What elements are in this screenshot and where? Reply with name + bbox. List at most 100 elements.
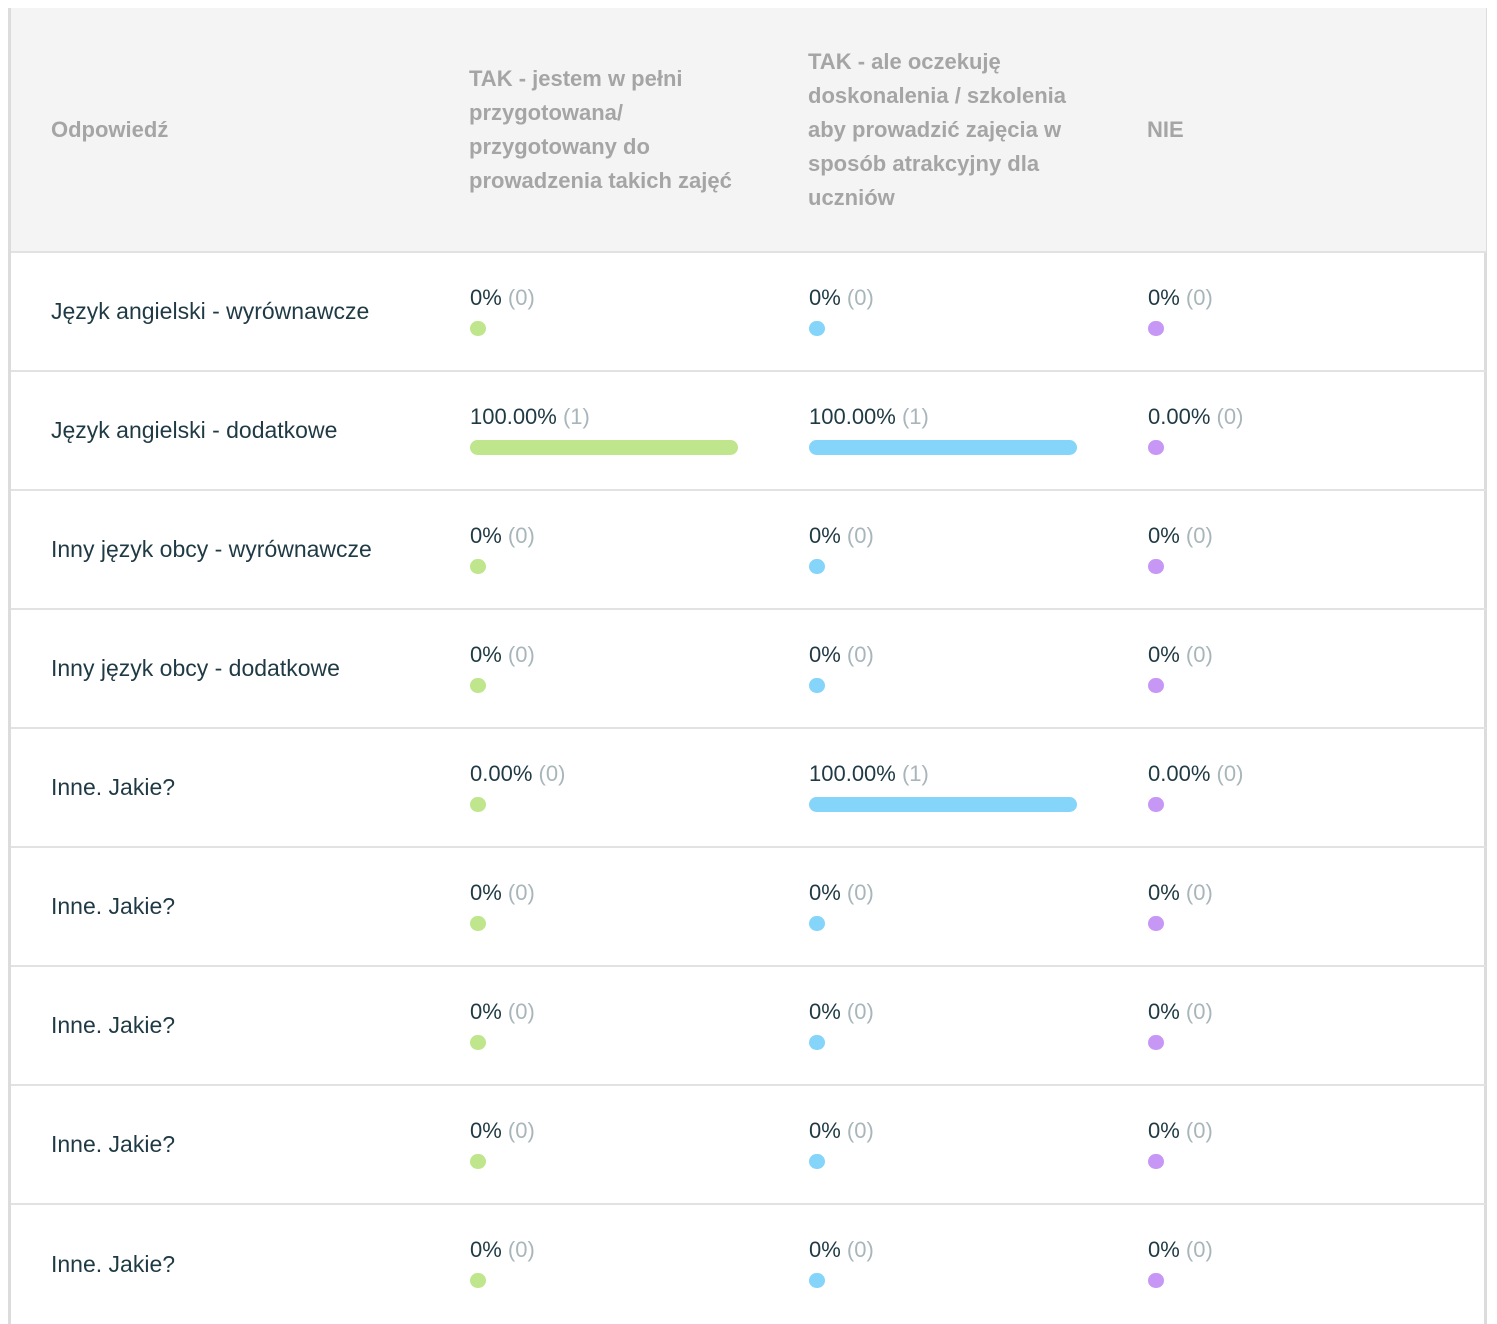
table-row: Inny język obcy - dodatkowe 0% (0) 0% (0) 0… xyxy=(11,609,1486,728)
table-body: Język angielski - wyrównawcze 0% (0) 0% (0… xyxy=(11,252,1486,1323)
result-stat: 0% (0) xyxy=(470,640,738,670)
progress-bar xyxy=(809,1035,825,1050)
progress-bar xyxy=(1148,678,1164,693)
result-cell-option-3: 0% (0) xyxy=(1147,1085,1486,1204)
count-value: (0) xyxy=(1185,880,1213,905)
result-stat: 0% (0) xyxy=(470,521,738,551)
progress-track xyxy=(470,321,738,337)
progress-track xyxy=(470,1035,738,1051)
result-cell-option-1: 0% (0) xyxy=(469,966,808,1085)
result-cell-option-2: 0% (0) xyxy=(808,252,1147,371)
result-cell-option-2: 0% (0) xyxy=(808,847,1147,966)
row-label: Język angielski - dodatkowe xyxy=(51,417,338,443)
count-value: (1) xyxy=(901,404,929,429)
progress-track xyxy=(1148,797,1416,813)
row-label: Inne. Jakie? xyxy=(51,774,176,800)
result-stat: 0% (0) xyxy=(470,1235,738,1265)
progress-track xyxy=(470,559,738,575)
percent-value: 0.00% xyxy=(470,761,533,786)
percent-value: 0% xyxy=(1148,523,1180,548)
count-value: (0) xyxy=(846,1118,874,1143)
progress-bar xyxy=(1148,1273,1164,1288)
result-cell-option-3: 0% (0) xyxy=(1147,490,1486,609)
progress-bar xyxy=(470,1273,486,1288)
progress-track xyxy=(470,440,738,456)
percent-value: 0% xyxy=(809,880,841,905)
result-cell-option-3: 0% (0) xyxy=(1147,1204,1486,1323)
progress-bar xyxy=(470,440,738,455)
count-value: (0) xyxy=(846,999,874,1024)
count-value: (0) xyxy=(507,285,535,310)
row-label: Język angielski - wyrównawcze xyxy=(51,298,370,324)
progress-bar xyxy=(470,678,486,693)
percent-value: 0% xyxy=(1148,1118,1180,1143)
percent-value: 0% xyxy=(1148,880,1180,905)
progress-bar xyxy=(470,321,486,336)
percent-value: 0% xyxy=(470,1237,502,1262)
progress-bar xyxy=(809,797,1077,812)
progress-track xyxy=(809,1154,1077,1170)
table-row: Inne. Jakie? 0% (0) 0% (0) 0% (0) xyxy=(11,1204,1486,1323)
result-cell-option-3: 0.00% (0) xyxy=(1147,371,1486,490)
table-row: Inne. Jakie? 0% (0) 0% (0) 0% (0) xyxy=(11,847,1486,966)
count-value: (0) xyxy=(846,642,874,667)
result-cell-option-2: 100.00% (1) xyxy=(808,371,1147,490)
progress-bar xyxy=(1148,797,1164,812)
progress-bar xyxy=(809,1154,825,1169)
header-option-2: TAK - ale oczekuję doskonalenia / szkole… xyxy=(808,8,1147,253)
progress-track xyxy=(809,1035,1077,1051)
result-cell-option-1: 0% (0) xyxy=(469,847,808,966)
result-cell-option-1: 0% (0) xyxy=(469,1085,808,1204)
result-stat: 0% (0) xyxy=(1148,640,1416,670)
count-value: (0) xyxy=(507,999,535,1024)
progress-track xyxy=(809,1273,1077,1289)
count-value: (0) xyxy=(846,523,874,548)
count-value: (1) xyxy=(901,761,929,786)
progress-track xyxy=(809,797,1077,813)
count-value: (1) xyxy=(562,404,590,429)
progress-track xyxy=(809,559,1077,575)
progress-track xyxy=(470,797,738,813)
header-answer: Odpowiedź xyxy=(11,8,469,253)
percent-value: 100.00% xyxy=(809,404,896,429)
percent-value: 0% xyxy=(809,285,841,310)
progress-bar xyxy=(1148,1154,1164,1169)
percent-value: 0% xyxy=(470,523,502,548)
progress-bar xyxy=(1148,916,1164,931)
results-panel: Odpowiedź TAK - jestem w pełni przygotow… xyxy=(8,8,1487,1324)
results-table: Odpowiedź TAK - jestem w pełni przygotow… xyxy=(11,8,1486,1323)
count-value: (0) xyxy=(507,880,535,905)
result-cell-option-1: 0% (0) xyxy=(469,609,808,728)
result-stat: 0% (0) xyxy=(809,1116,1077,1146)
percent-value: 0% xyxy=(809,1237,841,1262)
percent-value: 0% xyxy=(1148,999,1180,1024)
table-row: Język angielski - wyrównawcze 0% (0) 0% (0… xyxy=(11,252,1486,371)
result-stat: 0% (0) xyxy=(1148,878,1416,908)
progress-bar xyxy=(809,1273,825,1288)
result-cell-option-2: 100.00% (1) xyxy=(808,728,1147,847)
percent-value: 100.00% xyxy=(809,761,896,786)
table-row: Inne. Jakie? 0.00% (0) 100.00% (1) 0.00% (0… xyxy=(11,728,1486,847)
row-label: Inny język obcy - wyrównawcze xyxy=(51,536,372,562)
percent-value: 0.00% xyxy=(1148,761,1211,786)
progress-bar xyxy=(809,559,825,574)
percent-value: 0% xyxy=(470,642,502,667)
result-cell-option-2: 0% (0) xyxy=(808,609,1147,728)
row-label: Inne. Jakie? xyxy=(51,893,176,919)
table-row: Język angielski - dodatkowe 100.00% (1) 10… xyxy=(11,371,1486,490)
result-stat: 0% (0) xyxy=(470,1116,738,1146)
progress-track xyxy=(470,1154,738,1170)
percent-value: 0% xyxy=(809,1118,841,1143)
result-cell-option-2: 0% (0) xyxy=(808,490,1147,609)
progress-track xyxy=(809,440,1077,456)
progress-track xyxy=(1148,916,1416,932)
count-value: (0) xyxy=(1185,285,1213,310)
result-stat: 100.00% (1) xyxy=(470,402,738,432)
percent-value: 0% xyxy=(470,1118,502,1143)
percent-value: 0% xyxy=(1148,1237,1180,1262)
table-header: Odpowiedź TAK - jestem w pełni przygotow… xyxy=(11,8,1486,253)
result-stat: 0% (0) xyxy=(809,997,1077,1027)
percent-value: 0% xyxy=(809,523,841,548)
count-value: (0) xyxy=(538,761,566,786)
progress-track xyxy=(809,678,1077,694)
